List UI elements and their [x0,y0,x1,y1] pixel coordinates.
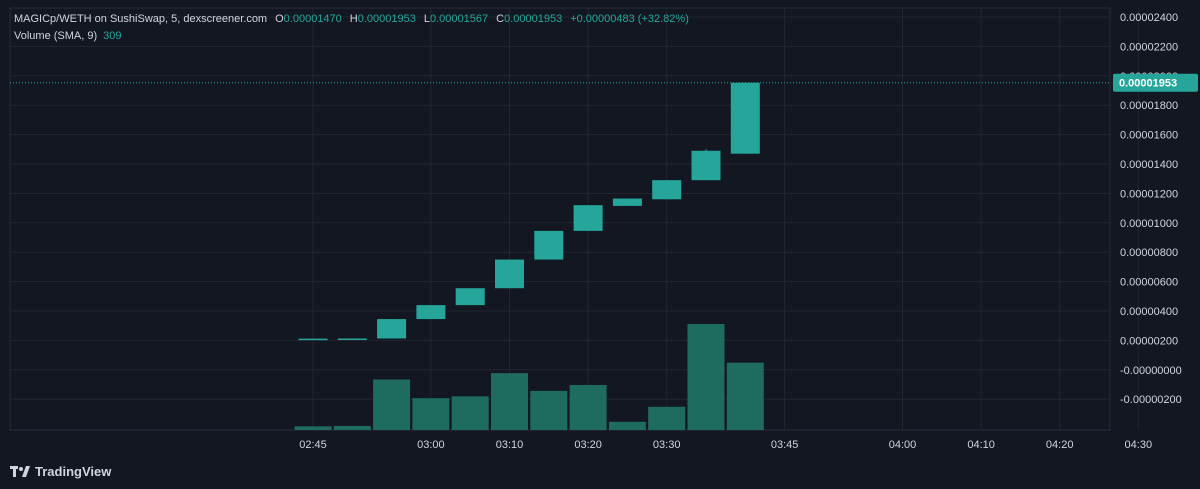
candle [730,82,760,154]
time-tick-label: 04:10 [967,439,995,451]
candles [10,82,1110,341]
volume-bar [294,426,332,430]
price-tick-label: 0.00000200 [1120,335,1178,347]
price-tick-label: 0.00000400 [1120,306,1178,318]
change-value: +0.00000483 (+32.82%) [570,13,689,25]
candle [416,305,446,320]
volume-bar [608,421,646,430]
volume-label: Volume (SMA, 9) [14,30,98,42]
candle [298,338,328,341]
price-tick-label: 0.00002400 [1120,12,1178,24]
open-label: O [275,13,284,25]
high-label: H [349,13,358,25]
current-price-label: 0.00001953 [1119,78,1177,90]
symbol-title: MAGICp/WETH on SushiSwap, 5, dexscreener… [14,13,268,25]
price-tick-label: 0.00000800 [1120,247,1178,259]
candle [534,230,564,260]
time-tick-label: 04:30 [1125,439,1153,451]
candle [691,150,721,181]
volume-bar [451,396,489,430]
volume-bar [491,373,528,430]
price-tick-label: 0.00000600 [1120,277,1178,289]
ohlc-row: MAGICp/WETH on SushiSwap, 5, dexscreener… [14,11,697,28]
time-tick-label: 03:00 [417,439,445,451]
price-tick-label: 0.00001800 [1120,100,1178,112]
candle [495,259,524,289]
price-tick-label: 0.00001200 [1120,188,1178,200]
price-tick-label: 0.00001000 [1120,218,1178,230]
volume-value: 309 [103,30,122,42]
candle [337,338,367,340]
volume-bar [648,406,686,430]
price-tick-label: -0.00000200 [1120,394,1182,406]
tradingview-icon [10,465,30,477]
price-tick-label: -0.00000000 [1120,365,1182,377]
price-chart[interactable]: 0.000024000.000022000.000020000.00001800… [0,0,1200,489]
time-tick-label: 04:20 [1046,439,1074,451]
candle [612,198,642,206]
volume-bar [569,384,607,430]
high-value: 0.00001953 [357,13,416,25]
candle [573,205,603,231]
chart-legend: MAGICp/WETH on SushiSwap, 5, dexscreener… [14,11,697,45]
price-tick-label: 0.00002200 [1120,41,1178,53]
low-value: 0.00001567 [430,13,489,25]
volume-bar [530,390,568,430]
time-tick-label: 03:20 [574,439,602,451]
time-tick-label: 04:00 [889,439,917,451]
time-tick-label: 02:45 [299,439,327,451]
time-tick-label: 03:30 [653,439,681,451]
time-tick-label: 03:10 [496,439,524,451]
volume-bar [373,379,411,430]
plot-frame [9,7,1111,431]
time-tick-label: 03:45 [771,439,799,451]
close-value: 0.00001953 [504,13,563,25]
candle [377,319,407,339]
volume-bar [412,398,450,430]
open-value: 0.00001470 [283,13,342,25]
close-label: C [496,13,505,25]
volume-bar [726,362,764,430]
tradingview-brand: TradingView [35,464,112,479]
volume-bar [687,324,725,430]
volume-row: Volume (SMA, 9) 309 [14,28,697,45]
candle [455,288,485,306]
price-tick-label: 0.00001600 [1120,130,1178,142]
price-tick-label: 0.00001400 [1120,159,1178,171]
candle [652,180,682,200]
tradingview-logo[interactable]: TradingView [10,464,111,479]
volume-bar [333,425,371,430]
